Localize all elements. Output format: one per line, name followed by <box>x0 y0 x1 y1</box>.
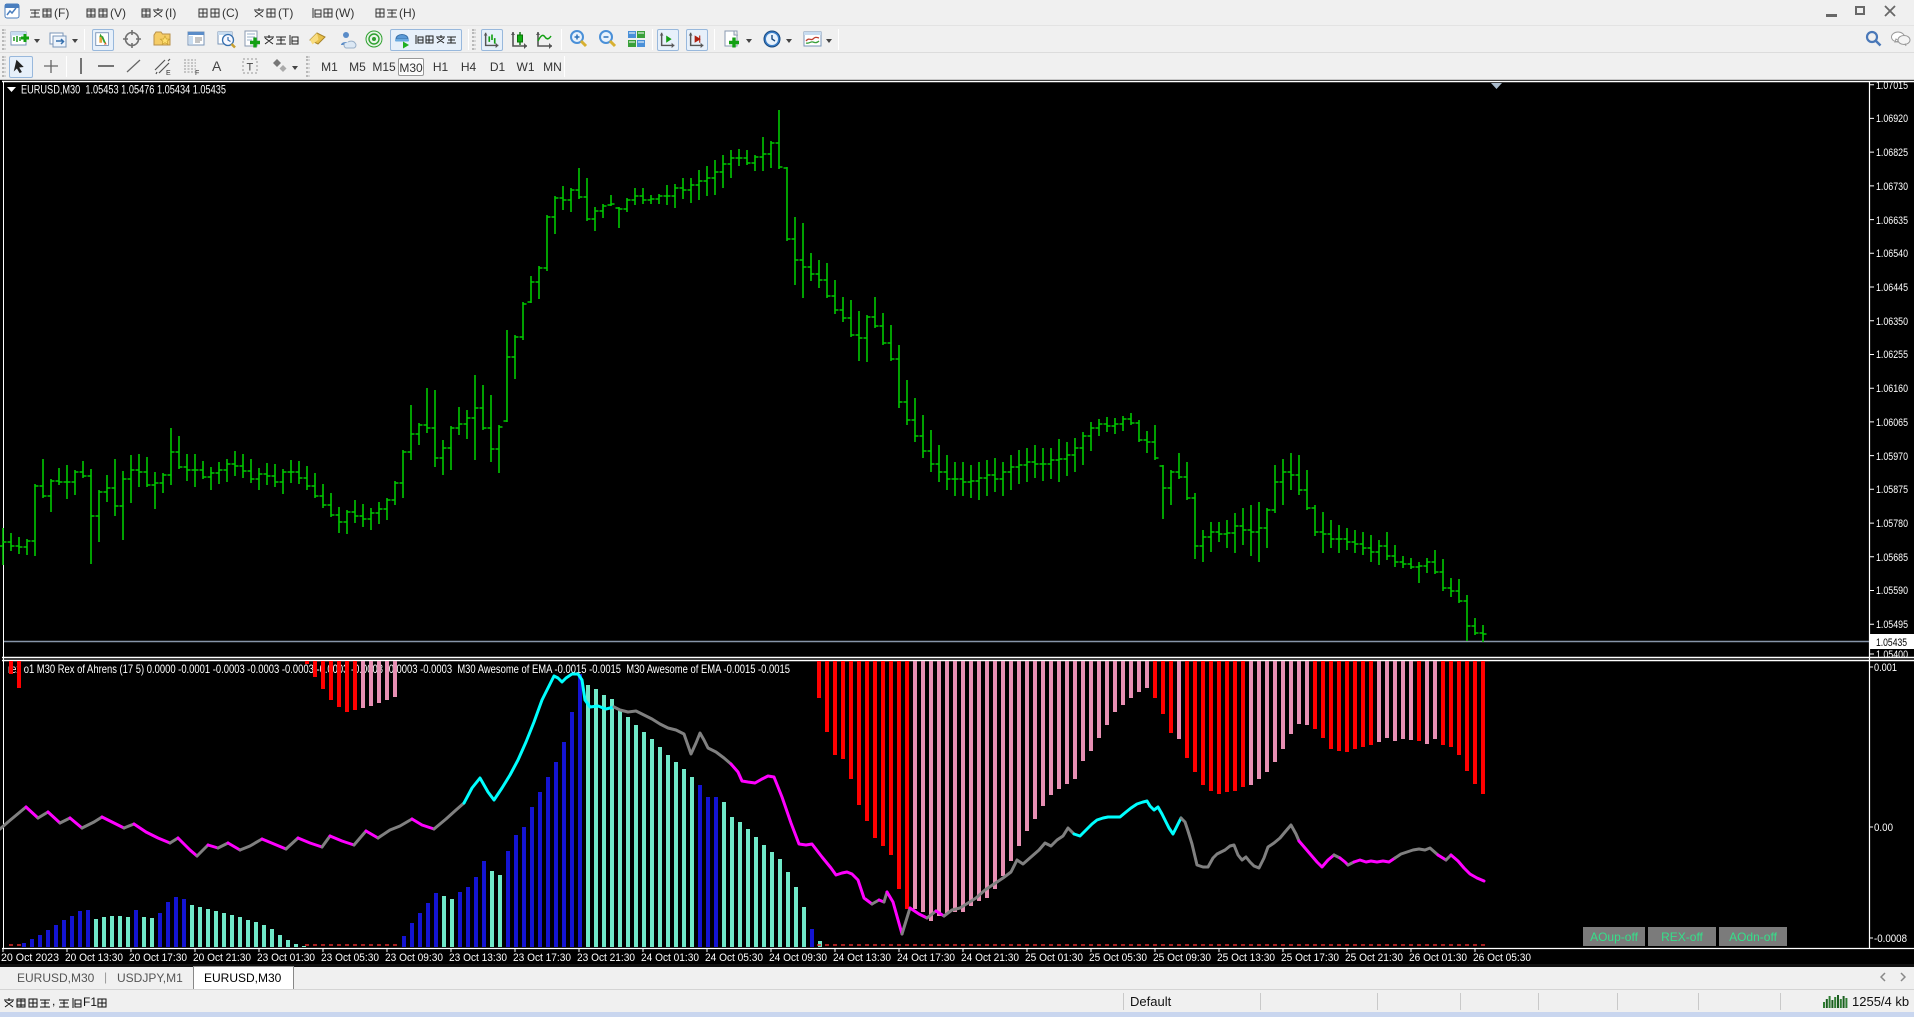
svg-text:20 Oct 17:30: 20 Oct 17:30 <box>129 952 187 964</box>
svg-text:1.05685: 1.05685 <box>1876 552 1908 564</box>
svg-text:1.06920: 1.06920 <box>1876 113 1908 125</box>
svg-text:25 Oct 13:30: 25 Oct 13:30 <box>1217 952 1275 964</box>
svg-text:1.05435: 1.05435 <box>1876 637 1907 649</box>
svg-text:25 Oct 17:30: 25 Oct 17:30 <box>1281 952 1339 964</box>
svg-text:1.05780: 1.05780 <box>1876 518 1908 530</box>
svg-text:1.06065: 1.06065 <box>1876 417 1908 429</box>
svg-text:20 Oct 13:30: 20 Oct 13:30 <box>65 952 123 964</box>
svg-text:AOup-off: AOup-off <box>1590 930 1638 944</box>
svg-text:T: T <box>247 62 254 74</box>
svg-text:20 Oct 2023: 20 Oct 2023 <box>1 952 59 964</box>
svg-text:E: E <box>166 70 171 77</box>
svg-text:1.05970: 1.05970 <box>1876 451 1908 463</box>
svg-text:24 Oct 09:30: 24 Oct 09:30 <box>769 952 827 964</box>
svg-text:-0.0008: -0.0008 <box>1874 933 1907 945</box>
svg-text:25 Oct 01:30: 25 Oct 01:30 <box>1025 952 1083 964</box>
svg-text:24 Oct 05:30: 24 Oct 05:30 <box>705 952 763 964</box>
svg-text:24 Oct 17:30: 24 Oct 17:30 <box>897 952 955 964</box>
svg-text:25 Oct 09:30: 25 Oct 09:30 <box>1153 952 1211 964</box>
svg-text:26 Oct 05:30: 26 Oct 05:30 <box>1473 952 1531 964</box>
svg-text:1.05495: 1.05495 <box>1876 619 1908 631</box>
svg-text:23 Oct 17:30: 23 Oct 17:30 <box>513 952 571 964</box>
svg-text:1.06160: 1.06160 <box>1876 383 1908 395</box>
svg-text:26 Oct 01:30: 26 Oct 01:30 <box>1409 952 1467 964</box>
svg-text:25 Oct 21:30: 25 Oct 21:30 <box>1345 952 1403 964</box>
svg-text:23 Oct 13:30: 23 Oct 13:30 <box>449 952 507 964</box>
svg-text:0.00: 0.00 <box>1874 822 1893 834</box>
svg-text:rex o1 M30 Rex of Ahrens (17 5: rex o1 M30 Rex of Ahrens (17 5) 0.0000 -… <box>8 662 790 676</box>
svg-text:20 Oct 21:30: 20 Oct 21:30 <box>193 952 251 964</box>
svg-text:23 Oct 09:30: 23 Oct 09:30 <box>385 952 443 964</box>
svg-text:1.07015: 1.07015 <box>1876 80 1908 92</box>
svg-text:24 Oct 21:30: 24 Oct 21:30 <box>961 952 1019 964</box>
svg-text:24 Oct 01:30: 24 Oct 01:30 <box>641 952 699 964</box>
svg-text:25 Oct 05:30: 25 Oct 05:30 <box>1089 952 1147 964</box>
svg-text:1.06255: 1.06255 <box>1876 349 1908 361</box>
svg-text:1.06350: 1.06350 <box>1876 316 1908 328</box>
svg-text:1.05590: 1.05590 <box>1876 585 1908 597</box>
svg-text:23 Oct 05:30: 23 Oct 05:30 <box>321 952 379 964</box>
svg-text:F: F <box>195 70 199 77</box>
svg-text:23 Oct 01:30: 23 Oct 01:30 <box>257 952 315 964</box>
svg-text:REX-off: REX-off <box>1661 930 1703 944</box>
svg-text:1.05400: 1.05400 <box>1876 649 1908 661</box>
svg-text:1.05875: 1.05875 <box>1876 484 1908 496</box>
svg-text:1.06730: 1.06730 <box>1876 181 1908 193</box>
svg-text:1.06540: 1.06540 <box>1876 248 1908 260</box>
svg-text:0.001: 0.001 <box>1874 662 1897 674</box>
svg-text:24 Oct 13:30: 24 Oct 13:30 <box>833 952 891 964</box>
svg-text:EURUSD,M30 1.05453 1.05476 1.: EURUSD,M30 1.05453 1.05476 1.05434 1.054… <box>21 83 226 97</box>
svg-text:23 Oct 21:30: 23 Oct 21:30 <box>577 952 635 964</box>
svg-text:1.06445: 1.06445 <box>1876 282 1908 294</box>
svg-text:1.06635: 1.06635 <box>1876 215 1908 227</box>
svg-text:AOdn-off: AOdn-off <box>1729 930 1777 944</box>
svg-text:1.06825: 1.06825 <box>1876 147 1908 159</box>
